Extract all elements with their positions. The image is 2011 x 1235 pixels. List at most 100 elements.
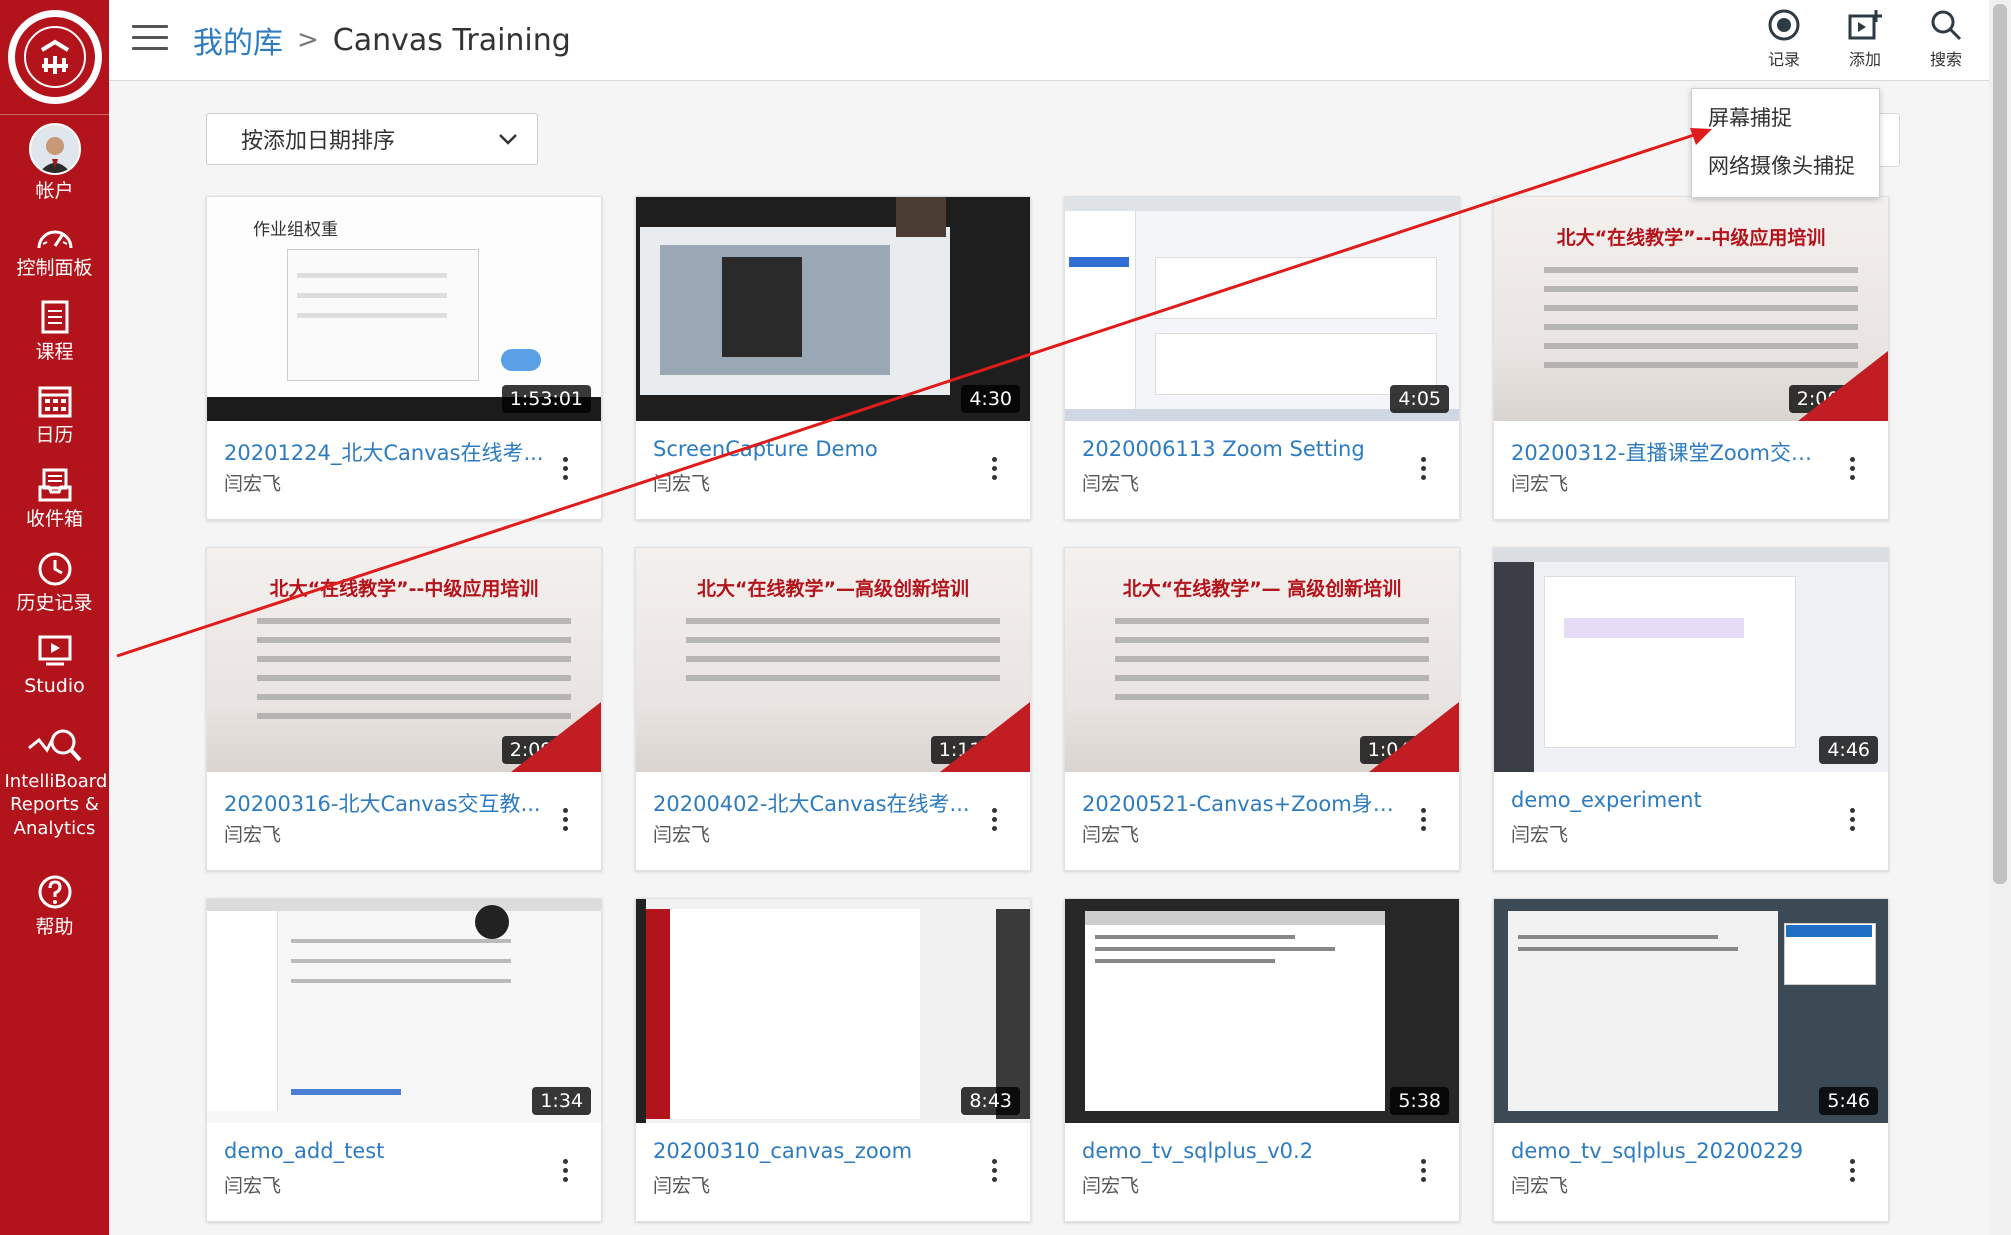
- more-options-icon[interactable]: [563, 808, 571, 835]
- video-card[interactable]: 5:38 demo_tv_sqlplus_v0.2 闫宏飞: [1064, 898, 1460, 1222]
- video-author: 闫宏飞: [1511, 473, 1569, 495]
- thumbnail-text: 北大“在线教学”--中级应用培训: [269, 578, 539, 600]
- menu-item-webcam-capture[interactable]: 网络摄像头捕捉: [1692, 142, 1879, 190]
- inbox-icon: [38, 468, 71, 502]
- nav-label: 日历: [35, 424, 74, 446]
- video-thumbnail[interactable]: 北大“在线教学”--中级应用培训 2:09:41: [207, 548, 601, 772]
- nav-label: 收件箱: [25, 508, 83, 530]
- thumbnail-text: 北大“在线教学”— 高级创新培训: [1122, 578, 1402, 600]
- thumbnail-text: 北大“在线教学”--中级应用培训: [1556, 227, 1826, 249]
- more-options-icon[interactable]: [563, 1159, 571, 1186]
- scrollbar-thumb[interactable]: [1993, 4, 2007, 884]
- nav-account[interactable]: 帐户: [0, 123, 109, 204]
- dashboard-icon: [37, 230, 72, 249]
- sort-dropdown[interactable]: 按添加日期排序: [206, 113, 538, 165]
- video-card[interactable]: 4:05 2020006113 Zoom Setting 闫宏飞: [1064, 196, 1460, 520]
- video-title[interactable]: 20200402-北大Canvas在线考...: [653, 788, 973, 818]
- video-title[interactable]: demo_tv_sqlplus_v0.2: [1082, 1139, 1402, 1163]
- video-card[interactable]: 5:46 demo_tv_sqlplus_20200229 闫宏飞: [1493, 898, 1889, 1222]
- more-options-icon[interactable]: [992, 808, 1000, 835]
- video-title[interactable]: 20200310_canvas_zoom: [653, 1139, 973, 1163]
- video-author: 闫宏飞: [1511, 1175, 1569, 1197]
- more-options-icon[interactable]: [1850, 1159, 1858, 1186]
- more-options-icon[interactable]: [1850, 808, 1858, 835]
- video-author: 闫宏飞: [653, 473, 711, 495]
- video-author: 闫宏飞: [1082, 824, 1140, 846]
- video-thumbnail[interactable]: 北大“在线教学”— 高级创新培训 1:04:37: [1065, 548, 1459, 772]
- top-header: 我的库 > Canvas Training 记录 添加 搜索: [109, 0, 2011, 81]
- breadcrumb-my-library[interactable]: 我的库: [193, 18, 283, 62]
- video-title[interactable]: demo_tv_sqlplus_20200229: [1511, 1139, 1831, 1163]
- video-thumbnail[interactable]: 北大“在线教学”--中级应用培训 2:00:51: [1494, 197, 1888, 421]
- video-card[interactable]: 北大“在线教学”—高级创新培训 1:11:36 20200402-北大Canva…: [635, 547, 1031, 871]
- nav-label: 历史记录: [16, 592, 93, 614]
- nav-inbox[interactable]: 收件箱: [0, 467, 109, 532]
- sort-label: 按添加日期排序: [241, 129, 396, 154]
- search-button[interactable]: 搜索: [1911, 8, 1981, 70]
- video-card[interactable]: 北大“在线教学”--中级应用培训 2:00:51 20200312-直播课堂Zo…: [1493, 196, 1889, 520]
- search-icon: [1931, 10, 1962, 41]
- video-card[interactable]: 1:34 demo_add_test 闫宏飞: [206, 898, 602, 1222]
- video-thumbnail[interactable]: 4:05: [1065, 197, 1459, 421]
- video-author: 闫宏飞: [224, 824, 282, 846]
- video-thumbnail[interactable]: 5:38: [1065, 899, 1459, 1123]
- menu-item-screen-capture[interactable]: 屏幕捕捉: [1692, 94, 1879, 142]
- video-title[interactable]: 20200521-Canvas+Zoom身份...: [1082, 788, 1402, 818]
- chevron-down-icon: [499, 134, 517, 145]
- more-options-icon[interactable]: [1850, 457, 1858, 484]
- menu-icon[interactable]: [132, 25, 168, 51]
- nav-history[interactable]: 历史记录: [0, 551, 109, 616]
- nav-help[interactable]: 帮助: [0, 873, 109, 940]
- video-card[interactable]: 北大“在线教学”--中级应用培训 2:09:41 20200316-北大Canv…: [206, 547, 602, 871]
- video-title[interactable]: 20200312-直播课堂Zoom交互...: [1511, 437, 1831, 467]
- video-author: 闫宏飞: [1082, 473, 1140, 495]
- more-options-icon[interactable]: [992, 457, 1000, 484]
- university-logo[interactable]: [7, 10, 102, 104]
- add-button[interactable]: 添加: [1830, 8, 1900, 70]
- video-title[interactable]: 20201224_北大Canvas在线考...: [224, 437, 544, 467]
- video-author: 闫宏飞: [224, 1175, 282, 1197]
- video-title[interactable]: demo_experiment: [1511, 788, 1831, 812]
- nav-calendar[interactable]: 日历: [0, 383, 109, 448]
- video-duration: 8:43: [961, 1087, 1020, 1115]
- video-duration: 4:46: [1819, 736, 1878, 764]
- video-card[interactable]: 4:30 ScreenCapture Demo 闫宏飞: [635, 196, 1031, 520]
- video-thumbnail[interactable]: 4:46: [1494, 548, 1888, 772]
- video-duration: 2:00:51: [1788, 385, 1878, 413]
- video-thumbnail[interactable]: 8:43: [636, 899, 1030, 1123]
- video-duration: 1:34: [532, 1087, 591, 1115]
- video-thumbnail[interactable]: 4:30: [636, 197, 1030, 421]
- video-thumbnail[interactable]: 1:34: [207, 899, 601, 1123]
- more-options-icon[interactable]: [1421, 1159, 1429, 1186]
- video-author: 闫宏飞: [1511, 824, 1569, 846]
- more-options-icon[interactable]: [1421, 808, 1429, 835]
- nav-label: 帮助: [35, 916, 74, 938]
- video-card[interactable]: 北大“在线教学”— 高级创新培训 1:04:37 20200521-Canvas…: [1064, 547, 1460, 871]
- video-card[interactable]: 8:43 20200310_canvas_zoom 闫宏飞: [635, 898, 1031, 1222]
- help-icon: [38, 875, 71, 909]
- video-thumbnail[interactable]: 5:46: [1494, 899, 1888, 1123]
- nav-courses[interactable]: 课程: [0, 300, 109, 365]
- video-thumbnail[interactable]: 作业组权重 1:53:01: [207, 197, 601, 421]
- more-options-icon[interactable]: [1421, 457, 1429, 484]
- more-options-icon[interactable]: [563, 457, 571, 484]
- record-button[interactable]: 记录: [1749, 8, 1819, 70]
- page-scrollbar[interactable]: [1989, 0, 2011, 1235]
- avatar: [28, 123, 81, 175]
- video-title[interactable]: demo_add_test: [224, 1139, 544, 1163]
- university-logo-area[interactable]: [0, 0, 109, 115]
- nav-dashboard[interactable]: 控制面板: [0, 222, 109, 281]
- video-title[interactable]: ScreenCapture Demo: [653, 437, 973, 461]
- video-title[interactable]: 20200316-北大Canvas交互教...: [224, 788, 544, 818]
- nav-intelliboard[interactable]: IntelliBoard Reports & Analytics: [0, 722, 109, 840]
- more-options-icon[interactable]: [992, 1159, 1000, 1186]
- nav-studio[interactable]: Studio: [0, 634, 109, 699]
- video-thumbnail[interactable]: 北大“在线教学”—高级创新培训 1:11:36: [636, 548, 1030, 772]
- nav-label: 课程: [35, 341, 74, 363]
- video-author: 闫宏飞: [653, 824, 711, 846]
- video-duration: 4:30: [961, 385, 1020, 413]
- video-card[interactable]: 作业组权重 1:53:01 20201224_北大Canvas在线考... 闫宏…: [206, 196, 602, 520]
- calendar-icon: [38, 386, 71, 418]
- video-card[interactable]: 4:46 demo_experiment 闫宏飞: [1493, 547, 1889, 871]
- video-title[interactable]: 2020006113 Zoom Setting: [1082, 437, 1402, 461]
